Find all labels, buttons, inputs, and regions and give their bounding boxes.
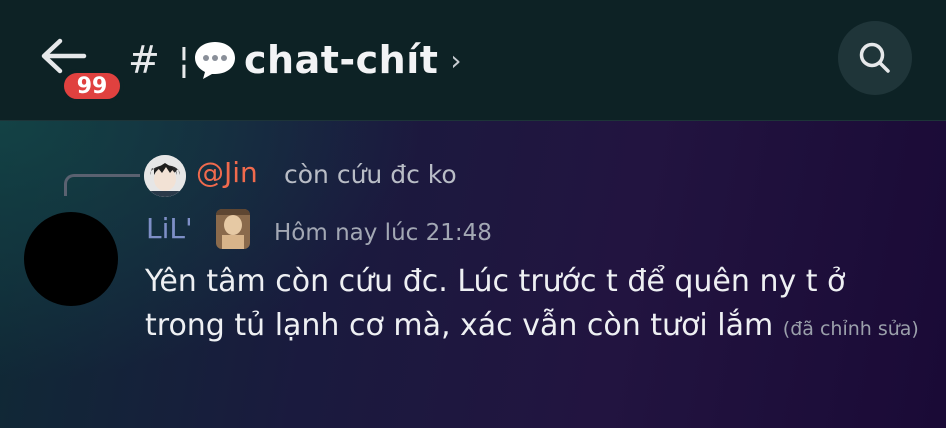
- reply-avatar-image: [144, 155, 186, 197]
- reply-preview-text[interactable]: còn cứu đc ko: [284, 160, 457, 189]
- edited-label: (đã chỉnh sửa): [782, 318, 919, 340]
- message-content[interactable]: Yên tâm còn cứu đc. Lúc trước t để quên …: [145, 260, 925, 348]
- reply-mention[interactable]: @Jin: [196, 156, 258, 189]
- speech-bubble-icon: [194, 42, 235, 79]
- search-button[interactable]: [838, 21, 912, 95]
- search-icon: [859, 42, 890, 73]
- message-body: Yên tâm còn cứu đc. Lúc trước t để quên …: [145, 264, 846, 343]
- channel-name: chat-chít: [243, 38, 439, 82]
- author-name[interactable]: LiL': [146, 212, 193, 245]
- reply-avatar[interactable]: [144, 155, 186, 197]
- unread-badge: 99: [60, 69, 124, 103]
- role-icon: [216, 209, 250, 249]
- channel-title[interactable]: # ¦ chat-chít ›: [128, 30, 462, 90]
- role-icon-image: [216, 209, 250, 249]
- message-timestamp: Hôm nay lúc 21:48: [274, 220, 492, 246]
- author-avatar[interactable]: [24, 212, 118, 306]
- channel-hash-icon: #: [128, 38, 160, 82]
- channel-prefix: ¦: [177, 39, 190, 81]
- chevron-right-icon: ›: [450, 43, 462, 77]
- channel-header: 99 # ¦ chat-chít ›: [0, 0, 946, 121]
- reply-connector: [64, 174, 140, 196]
